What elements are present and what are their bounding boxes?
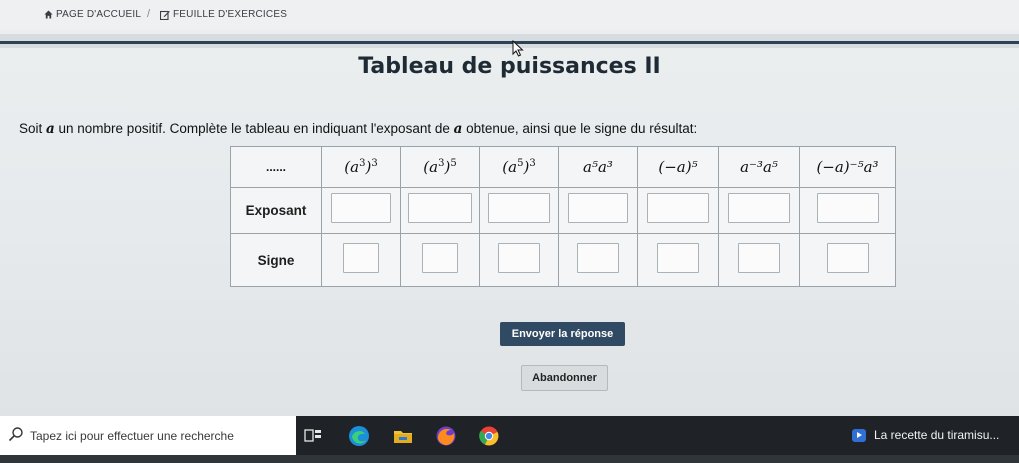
header-divider	[0, 41, 1019, 44]
task-view-icon[interactable]	[302, 425, 324, 447]
search-icon	[8, 426, 24, 447]
instruction-text: Soit a un nombre positif. Complète le ta…	[19, 121, 698, 137]
submit-answer-button[interactable]: Envoyer la réponse	[500, 322, 625, 346]
column-header: a⁵a³	[558, 146, 638, 188]
sign-input[interactable]	[577, 242, 619, 273]
column-header: (−a)⁵	[637, 146, 719, 188]
play-icon	[852, 428, 866, 442]
table-corner-cell: ......	[230, 146, 322, 188]
page-title: Tableau de puissances II	[358, 54, 661, 79]
breadcrumb-separator: /	[147, 8, 151, 20]
chrome-icon[interactable]	[478, 425, 500, 447]
column-header: (a3)5	[400, 146, 480, 188]
exponent-input[interactable]	[647, 193, 709, 223]
sign-input[interactable]	[422, 242, 458, 273]
column-header: (a3)3	[321, 146, 401, 188]
exponent-input[interactable]	[331, 193, 391, 223]
sign-input[interactable]	[657, 242, 699, 273]
powers-table: ...... (a3)3 (a3)5 (a5)3 a⁵a³ (−a)⁵ a⁻³a…	[230, 146, 896, 287]
windows-taskbar: Tapez ici pour effectuer une recherche L…	[0, 416, 1019, 463]
exponent-input[interactable]	[408, 193, 472, 223]
sign-input[interactable]	[498, 242, 540, 273]
exponent-input[interactable]	[728, 193, 790, 223]
breadcrumb: PAGE D'ACCUEIL / FEUILLE D'EXERCICES	[0, 0, 1019, 30]
taskbar-bottom-edge	[0, 455, 1019, 463]
exponent-input[interactable]	[568, 193, 628, 223]
search-placeholder: Tapez ici pour effectuer une recherche	[30, 429, 234, 443]
abandon-button[interactable]: Abandonner	[521, 365, 608, 391]
edge-browser-icon[interactable]	[348, 425, 370, 447]
table-row-signe: Signe	[230, 233, 896, 287]
column-header: (−a)⁻⁵a³	[799, 146, 896, 188]
breadcrumb-home-link[interactable]: PAGE D'ACCUEIL	[44, 9, 141, 20]
taskbar-search-box[interactable]: Tapez ici pour effectuer une recherche	[0, 416, 296, 455]
firefox-icon[interactable]	[435, 425, 457, 447]
exponent-input[interactable]	[488, 193, 550, 223]
row-label: Exposant	[230, 187, 322, 234]
table-row-exposant: Exposant	[230, 187, 896, 234]
home-icon	[44, 10, 53, 19]
exercise-page: PAGE D'ACCUEIL / FEUILLE D'EXERCICES Tab…	[0, 0, 1019, 416]
file-explorer-icon[interactable]	[392, 425, 414, 447]
sign-input[interactable]	[738, 242, 780, 273]
row-label: Signe	[230, 233, 322, 287]
breadcrumb-worksheet-link[interactable]: FEUILLE D'EXERCICES	[160, 9, 287, 20]
table-header-row: ...... (a3)3 (a3)5 (a5)3 a⁵a³ (−a)⁵ a⁻³a…	[230, 146, 896, 188]
column-header: a⁻³a⁵	[718, 146, 800, 188]
exponent-input[interactable]	[816, 193, 879, 223]
sign-input[interactable]	[826, 242, 869, 273]
news-headline: La recette du tiramisu...	[874, 428, 1000, 442]
edit-icon	[160, 10, 170, 20]
column-header: (a5)3	[479, 146, 559, 188]
news-widget[interactable]: La recette du tiramisu...	[852, 428, 999, 442]
sign-input[interactable]	[343, 242, 379, 273]
